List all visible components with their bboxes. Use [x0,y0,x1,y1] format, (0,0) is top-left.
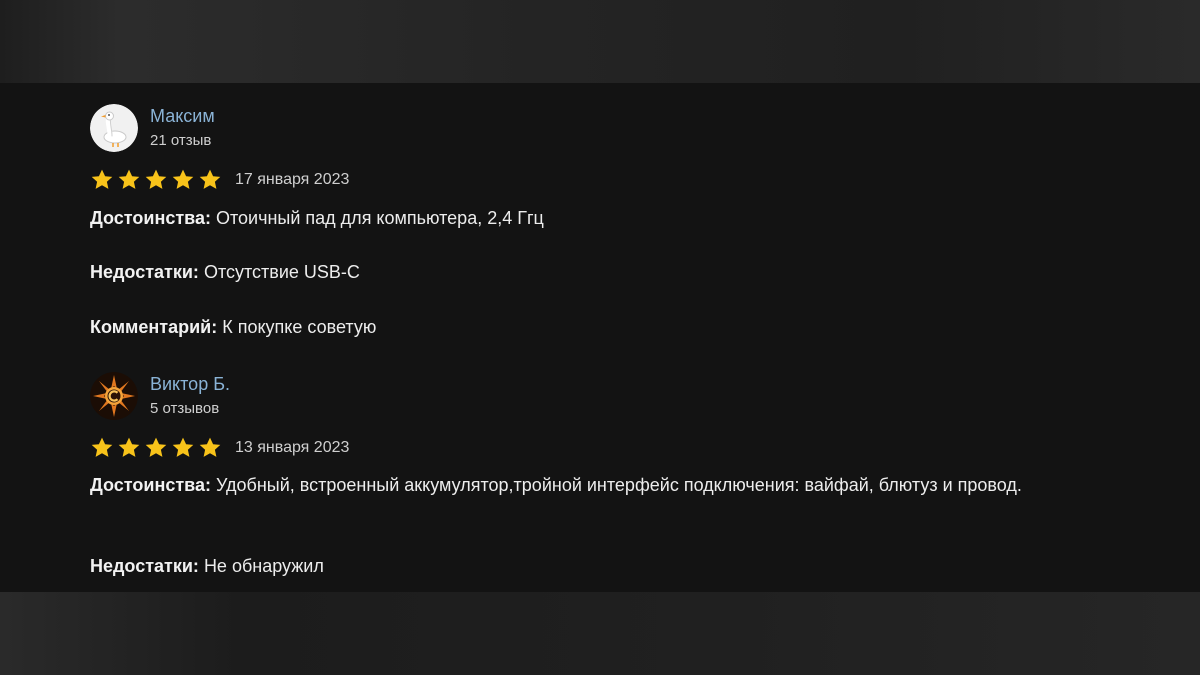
pros-text: Удобный, встроенный аккумулятор,тройной … [216,475,1022,495]
review-date: 13 января 2023 [235,439,350,456]
cons-field: Недостатки: Отсутствие USB-C [90,259,1130,285]
background-band-bottom [0,592,1200,675]
star-icon [118,437,140,457]
star-icon [199,169,221,189]
pros-label: Достоинства: [90,475,211,495]
star-icon [91,437,113,457]
reviews-panel: Максим 21 отзыв 17 января 2023 Достоинст… [0,83,1200,592]
author-review-count: 21 отзыв [150,132,212,149]
review-card: Максим 21 отзыв 17 января 2023 Достоинст… [90,103,1130,337]
review-card: Виктор Б. 5 отзывов 13 января 2023 Досто… [90,371,1130,576]
fire-emblem-avatar-icon[interactable] [90,372,138,420]
pros-field: Достоинства: Отоичный пад для компьютера… [90,205,1130,231]
review-header: Максим 21 отзыв [90,103,1130,159]
pros-field: Достоинства: Удобный, встроенный аккумул… [90,472,1130,498]
star-icon [118,169,140,189]
pros-label: Достоинства: [90,208,211,228]
author-name[interactable]: Максим [150,105,215,127]
review-header: Виктор Б. 5 отзывов [90,371,1130,427]
star-icon [145,169,167,189]
star-icon [172,437,194,457]
star-icon [172,169,194,189]
cons-text: Не обнаружил [203,556,324,576]
cons-field: Недостатки: Не обнаружил [90,553,1130,579]
star-icon [91,169,113,189]
star-rating [90,436,222,460]
rating-row: 17 января 2023 [90,167,349,193]
author-review-count: 5 отзывов [150,400,220,417]
comment-text: К покупке советую [222,317,377,337]
rating-row: 13 января 2023 [90,435,349,461]
star-icon [199,437,221,457]
comment-label: Комментарий: [90,317,218,337]
comment-field: Комментарий: К покупке советую [90,314,1130,340]
cons-label: Недостатки: [90,556,199,576]
star-icon [145,437,167,457]
goose-avatar-icon[interactable] [90,104,138,152]
cons-text: Отсутствие USB-C [203,262,360,282]
author-name[interactable]: Виктор Б. [150,373,230,395]
star-rating [90,168,222,192]
pros-text: Отоичный пад для компьютера, 2,4 Ггц [216,208,544,228]
background-band-top [0,0,1200,83]
review-date: 17 января 2023 [235,171,350,188]
cons-label: Недостатки: [90,262,199,282]
